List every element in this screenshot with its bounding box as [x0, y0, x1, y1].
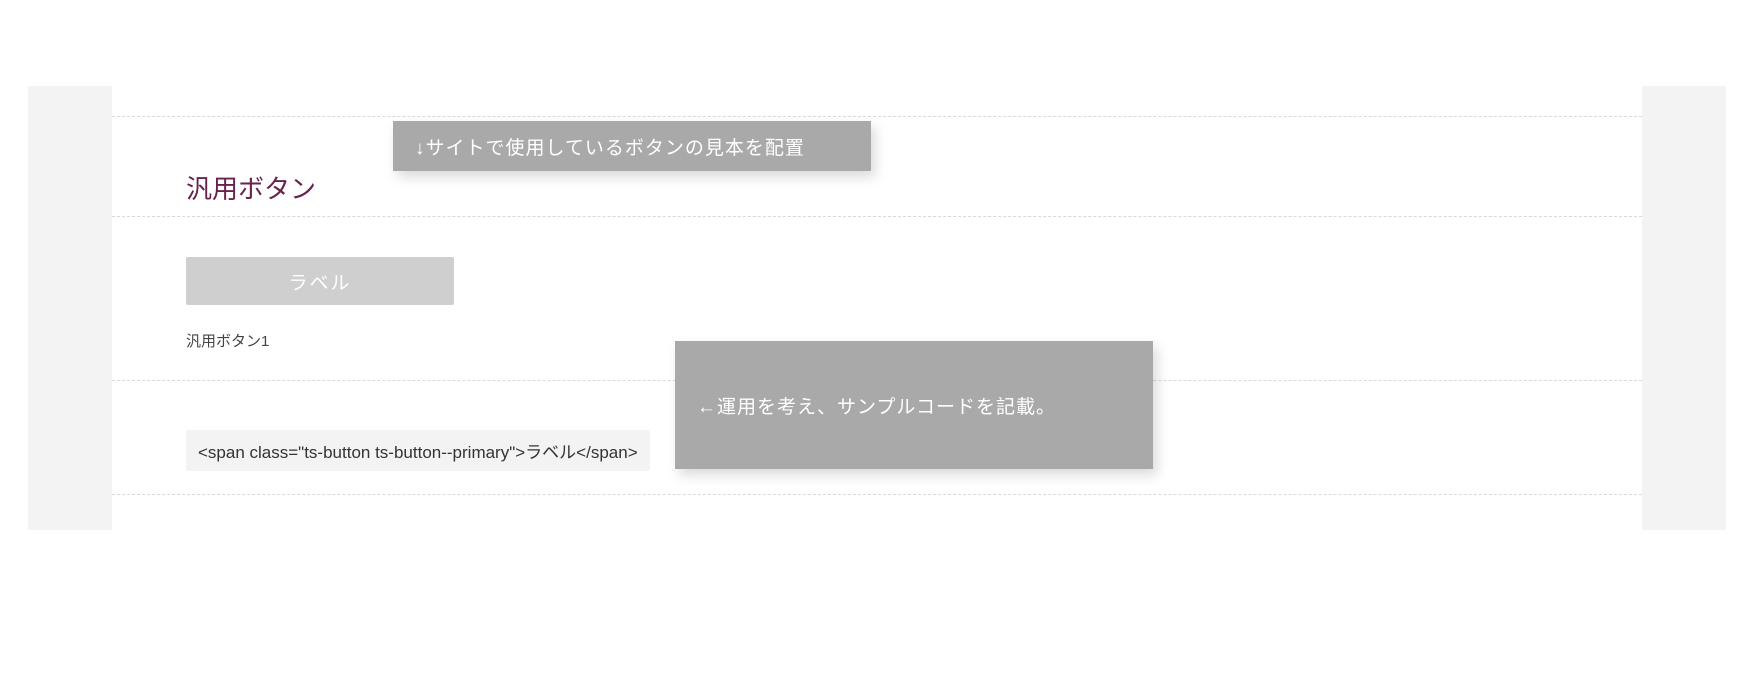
- page-container: 汎用ボタン ↓サイトで使用しているボタンの見本を配置 ラベル 汎用ボタン1 ←運…: [0, 0, 1754, 172]
- section-title: 汎用ボタン: [186, 169, 316, 206]
- section-row-header: 汎用ボタン ↓サイトで使用しているボタンの見本を配置: [112, 116, 1642, 216]
- main-content: 汎用ボタン ↓サイトで使用しているボタンの見本を配置 ラベル 汎用ボタン1 ←運…: [112, 86, 1642, 530]
- sample-button[interactable]: ラベル: [186, 257, 454, 305]
- side-margin-right: [1642, 86, 1726, 530]
- section-bottom-border: [112, 494, 1642, 495]
- annotation-code-sample: ←運用を考え、サンプルコードを記載。: [675, 341, 1153, 469]
- sample-button-caption: 汎用ボタン1: [186, 330, 269, 351]
- annotation-button-sample: ↓サイトで使用しているボタンの見本を配置: [393, 121, 871, 171]
- section-row-sample: ラベル 汎用ボタン1 ←運用を考え、サンプルコードを記載。: [112, 216, 1642, 380]
- side-margin-left: [28, 86, 112, 530]
- code-sample-text: <span class="ts-button ts-button--primar…: [186, 430, 650, 471]
